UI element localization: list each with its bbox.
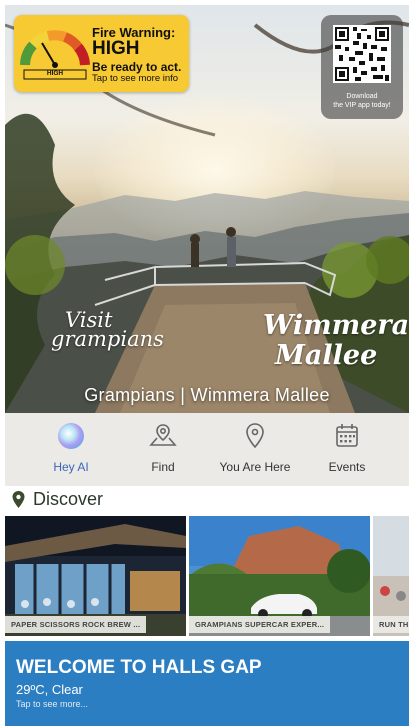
- fire-warning-hint: Tap to see more info: [92, 73, 179, 84]
- nav-item-hey-ai[interactable]: Hey AI: [27, 413, 115, 486]
- location-pin-icon: [246, 423, 264, 449]
- discover-title: Discover: [33, 489, 104, 509]
- quick-nav-bar: Hey AI Find You Are Here Events: [5, 413, 409, 486]
- hero-title: Grampians | Wimmera Mallee: [84, 385, 330, 405]
- welcome-hint: Tap to see more...: [16, 699, 89, 709]
- fire-warning-card[interactable]: HIGH Fire Warning: HIGH Be ready to act.…: [14, 15, 189, 92]
- wm-logo-line1: Wimmera: [263, 310, 409, 341]
- discover-card[interactable]: PAPER SCISSORS ROCK BREW ...: [5, 516, 186, 636]
- welcome-weather-banner[interactable]: WELCOME TO HALLS GAP 29ºC, Clear Tap to …: [5, 641, 409, 726]
- wm-logo-line2: Mallee: [275, 340, 378, 371]
- wimmera-mallee-logo: Wimmera Mallee: [263, 311, 409, 371]
- gauge-label: HIGH: [46, 70, 64, 77]
- card-label: PAPER SCISSORS ROCK BREW ...: [5, 616, 147, 633]
- welcome-weather: 29ºC, Clear: [16, 682, 83, 697]
- nav-label-hey-ai: Hey AI: [53, 460, 89, 474]
- nav-item-you-are-here[interactable]: You Are Here: [211, 413, 299, 486]
- nav-label-you-are-here: You Are Here: [219, 460, 291, 474]
- fire-warning-advice: Be ready to act.: [92, 60, 182, 74]
- map-pin-fold-icon: [149, 424, 177, 446]
- qr-code-icon: [333, 25, 391, 83]
- fire-warning-level: HIGH: [92, 38, 140, 59]
- discover-carousel[interactable]: PAPER SCISSORS ROCK BREW ... GRAMPIANS S…: [5, 516, 409, 636]
- card-label: RUN TH: [373, 616, 409, 633]
- visit-logo-line2: grampians: [51, 327, 164, 351]
- nav-item-events[interactable]: Events: [303, 413, 391, 486]
- calendar-icon: [336, 424, 358, 447]
- nav-label-find: Find: [151, 460, 175, 474]
- location-pin-icon: [12, 491, 25, 508]
- discover-card[interactable]: RUN TH: [373, 516, 409, 636]
- card-label: GRAMPIANS SUPERCAR EXPER...: [189, 616, 331, 633]
- qr-download-card[interactable]: Download the VIP app today!: [321, 15, 403, 119]
- nav-label-events: Events: [328, 460, 366, 474]
- ai-orb-icon: [58, 423, 84, 449]
- nav-item-find[interactable]: Find: [119, 413, 207, 486]
- qr-caption-line2: the VIP app today!: [333, 102, 391, 109]
- discover-card[interactable]: GRAMPIANS SUPERCAR EXPER...: [189, 516, 370, 636]
- welcome-title: WELCOME TO HALLS GAP: [16, 657, 262, 678]
- qr-caption: Download the VIP app today!: [321, 92, 403, 110]
- visit-grampians-logo: Visit grampians: [51, 310, 164, 351]
- qr-caption-line1: Download: [346, 93, 378, 100]
